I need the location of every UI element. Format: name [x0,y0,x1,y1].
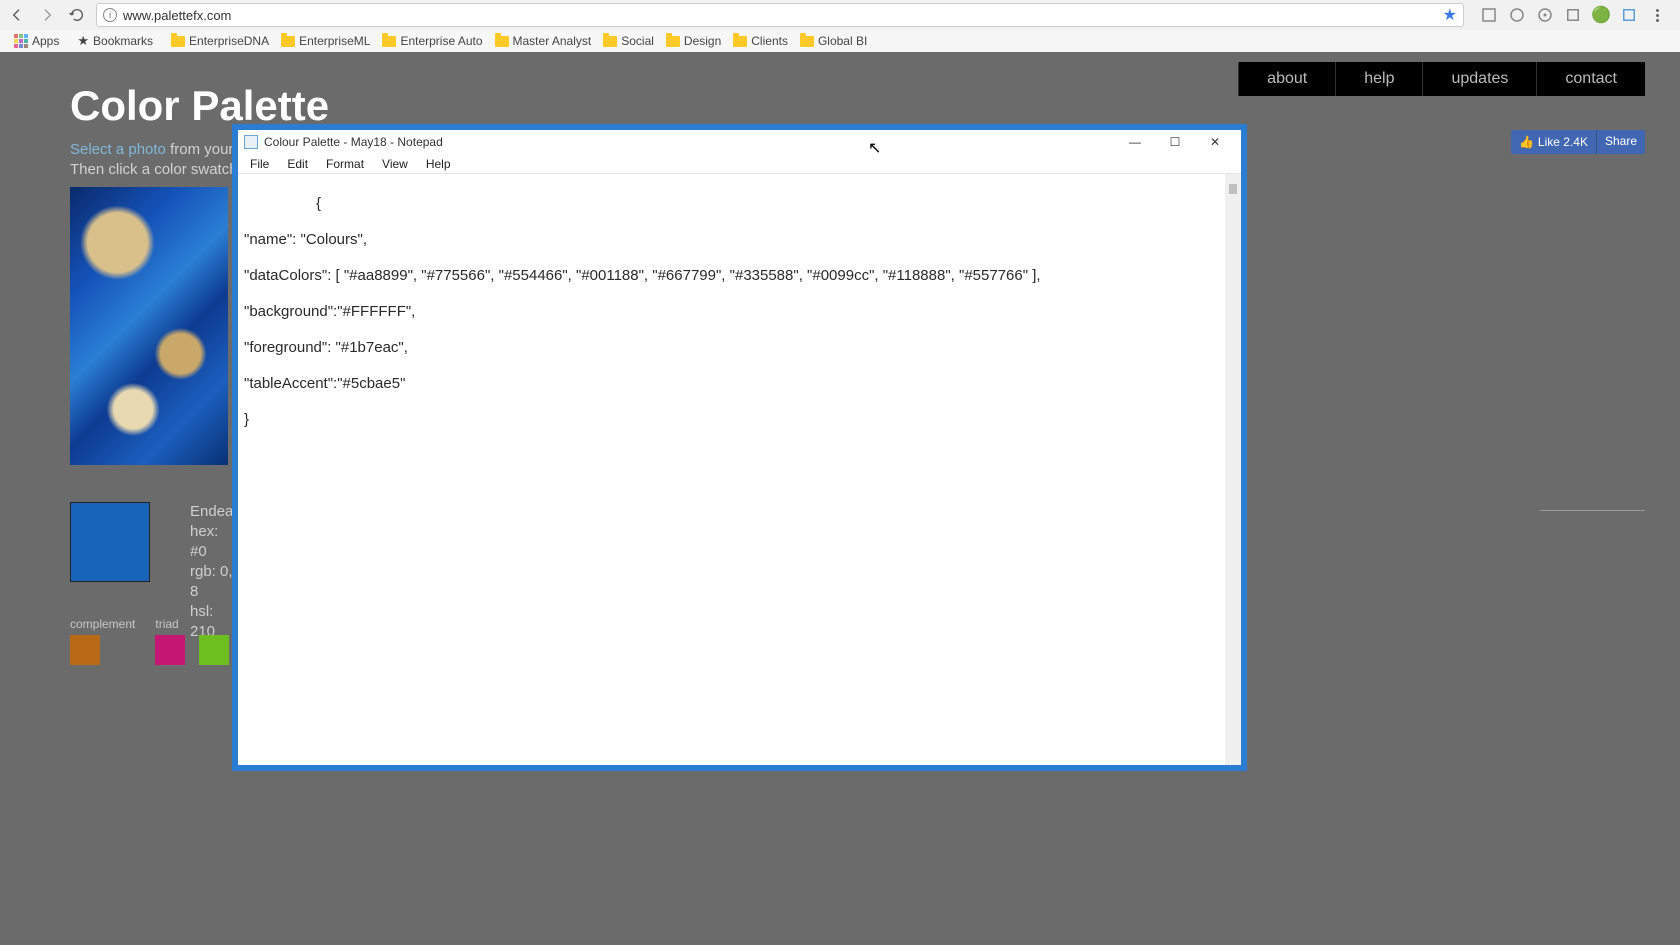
bookmark-folder[interactable]: EnterpriseML [275,34,376,48]
color-rgb: rgb: 0, 8 [190,562,233,602]
menu-help[interactable]: Help [418,155,459,173]
notepad-titlebar[interactable]: Colour Palette - May18 - Notepad — ☐ ✕ [238,130,1241,154]
extension-icon-2[interactable] [1508,6,1526,24]
url-text: www.palettefx.com [123,8,231,23]
site-title: Color Palette [70,82,329,130]
fb-share-button[interactable]: Share [1596,130,1645,154]
forward-button[interactable] [36,4,58,26]
folder-icon [495,36,509,47]
scrollbar[interactable] [1225,174,1241,765]
complement-col: complement [70,617,135,665]
folder-icon [171,36,185,47]
bookmark-folder[interactable]: Global BI [794,34,873,48]
complement-swatch[interactable] [70,635,100,665]
bookmark-folder[interactable]: Clients [727,34,794,48]
uploaded-photo[interactable] [70,187,228,465]
folder-icon [382,36,396,47]
folder-icon [800,36,814,47]
notepad-title: Colour Palette - May18 - Notepad [264,135,1115,149]
triad-label: triad [155,617,229,631]
extension-icon-6[interactable] [1620,6,1638,24]
extension-icon-5[interactable]: 🟢 [1592,6,1610,24]
swatch-detail: Endea hex: #0 rgb: 0, 8 hsl: 210 complem… [70,502,150,582]
folder-icon [281,36,295,47]
notepad-textarea[interactable]: { "name": "Colours", "dataColors": [ "#a… [238,174,1241,765]
notepad-menubar: FileEditFormatViewHelp [238,154,1241,174]
triad-swatch-2[interactable] [199,635,229,665]
maximize-button[interactable]: ☐ [1155,130,1195,154]
apps-button[interactable]: Apps [8,34,65,48]
color-hex: hex: #0 [190,522,233,562]
selected-swatch[interactable] [70,502,150,582]
nav-contact[interactable]: contact [1536,62,1645,96]
menu-view[interactable]: View [374,155,416,173]
folder-icon [733,36,747,47]
color-name: Endea [190,502,233,522]
sidebar-divider [1540,510,1645,511]
browser-chrome: i www.palettefx.com ★ 🟢 Apps ★ Bookmarks… [0,0,1680,52]
bookmarks-bar: Apps ★ Bookmarks EnterpriseDNAEnterprise… [0,30,1680,52]
bookmark-folder[interactable]: Social [597,34,660,48]
nav-help[interactable]: help [1335,62,1422,96]
nav-updates[interactable]: updates [1422,62,1536,96]
notepad-content: { "name": "Colours", "dataColors": [ "#a… [244,195,1041,428]
extension-icon-4[interactable] [1564,6,1582,24]
bookmark-star-icon[interactable]: ★ [1443,5,1457,25]
reload-button[interactable] [66,4,88,26]
notepad-window: Colour Palette - May18 - Notepad — ☐ ✕ F… [232,124,1247,771]
bookmark-folder[interactable]: Design [660,34,727,48]
extension-icon-3[interactable] [1536,6,1554,24]
triad-swatch-1[interactable] [155,635,185,665]
site-subtitle: Select a photo from your de Then click a… [70,140,254,180]
subtitle-highlight: Select a photo [70,141,166,158]
menu-file[interactable]: File [242,155,277,173]
apps-icon [14,34,28,48]
bookmark-folder[interactable]: Master Analyst [489,34,598,48]
folder-icon [666,36,680,47]
menu-format[interactable]: Format [318,155,372,173]
info-icon: i [103,8,117,22]
url-bar[interactable]: i www.palettefx.com ★ [96,3,1464,27]
complement-label: complement [70,617,135,631]
triad-col: triad [155,617,229,665]
back-button[interactable] [6,4,28,26]
folder-icon [603,36,617,47]
menu-edit[interactable]: Edit [279,155,316,173]
bookmark-folder[interactable]: EnterpriseDNA [165,34,275,48]
notepad-icon [244,135,258,149]
minimize-button[interactable]: — [1115,130,1155,154]
apps-label: Apps [32,34,59,48]
site-nav: abouthelpupdatescontact [1238,62,1645,96]
bookmarks-folder[interactable]: ★ Bookmarks [71,33,159,49]
bookmarks-label: Bookmarks [93,34,153,48]
star-icon: ★ [77,33,89,49]
fb-like-button[interactable]: 👍 Like 2.4K [1511,130,1596,154]
nav-about[interactable]: about [1238,62,1335,96]
bookmark-folder[interactable]: Enterprise Auto [376,34,488,48]
browser-menu-button[interactable] [1648,6,1666,24]
extension-icon-1[interactable] [1480,6,1498,24]
page-body: abouthelpupdatescontact Color Palette Se… [0,52,1680,945]
facebook-widget: 👍 Like 2.4K Share [1511,130,1645,154]
close-button[interactable]: ✕ [1195,130,1235,154]
